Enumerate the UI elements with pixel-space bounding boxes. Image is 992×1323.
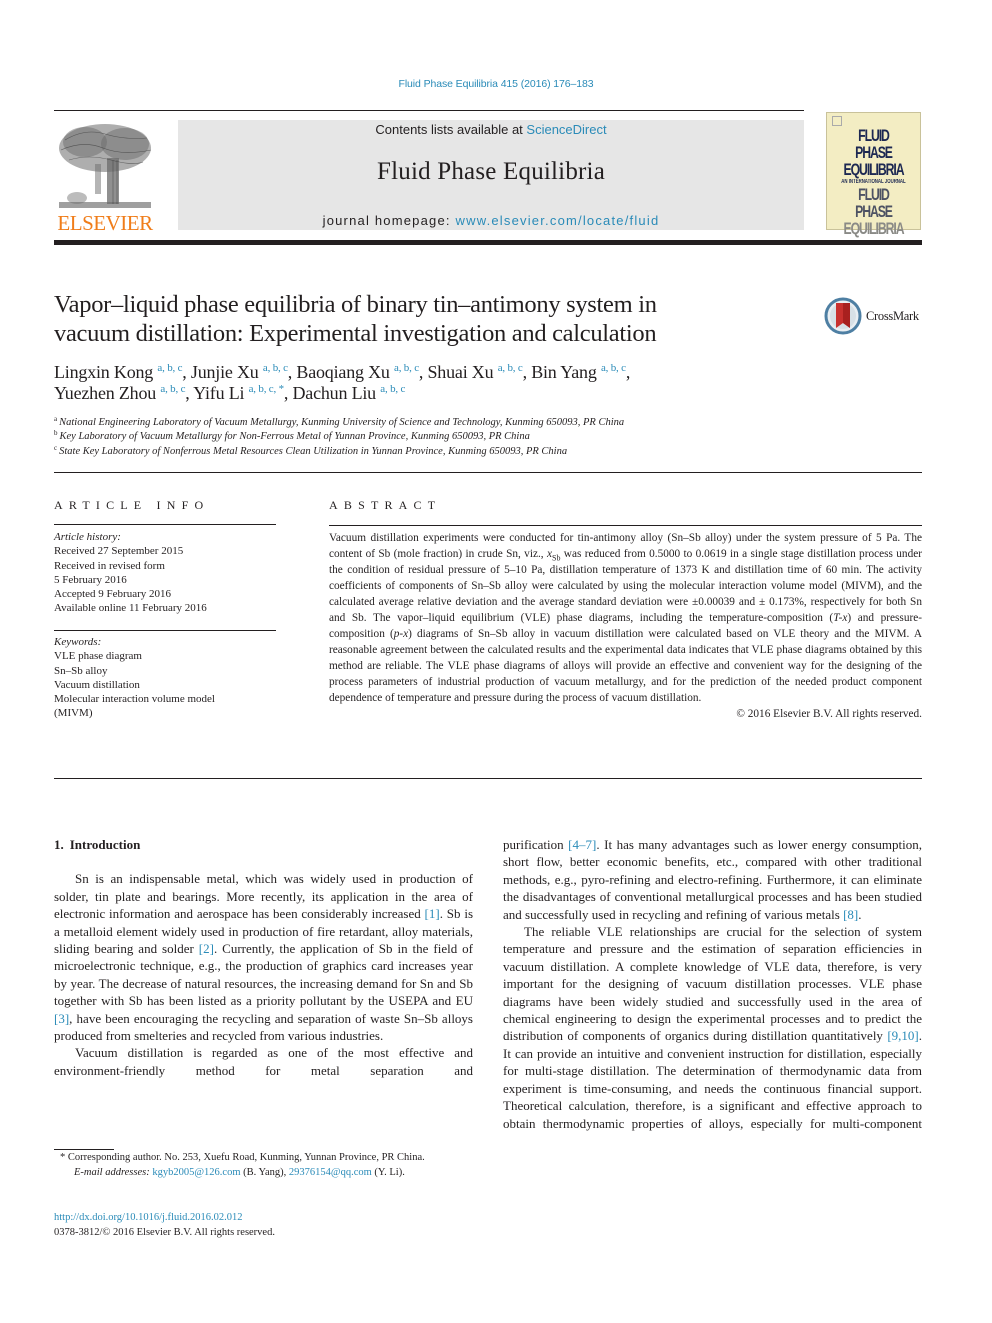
history-item: 5 February 2016 [54, 573, 127, 586]
email-link[interactable]: 29376154@qq.com [289, 1167, 372, 1178]
author[interactable]: Lingxin Kong a, b, c [54, 362, 182, 382]
affiliation-item: c State Key Laboratory of Nonferrous Meta… [54, 443, 568, 457]
history-item: Available online 11 February 2016 [54, 602, 207, 615]
abstract-bottom-rule [54, 778, 922, 779]
issn-copyright: 0378-3812/© 2016 Elsevier B.V. All right… [54, 1227, 275, 1238]
body-paragraph: The reliable VLE relationships are cruci… [503, 924, 922, 1131]
author[interactable]: Shuai Xu a, b, c [428, 362, 523, 382]
abstract-body: Vacuum distillation experiments were con… [329, 532, 923, 704]
reference-link[interactable]: [4–7] [568, 837, 596, 852]
journal-name[interactable]: Fluid Phase Equilibria [178, 158, 804, 186]
history-label: Article history: [54, 531, 121, 543]
crossmark-label: CrossMark [866, 308, 919, 323]
keywords: Keywords: VLE phase diagram Sn–Sb alloy … [54, 635, 284, 721]
body-column-left: 1. Introduction Sn is an indispensable me… [54, 836, 473, 1079]
affiliation-item: b Key Laboratory of Vacuum Metallurgy for… [54, 429, 530, 443]
homepage-link[interactable]: www.elsevier.com/locate/fluid [456, 213, 660, 228]
email-link[interactable]: kgyb2005@126.com [152, 1167, 240, 1178]
article-info-heading: ARTICLE INFO [54, 498, 210, 512]
history-item: Received 27 September 2015 [54, 545, 184, 558]
article-history: Article history: Received 27 September 2… [54, 530, 284, 616]
sciencedirect-link[interactable]: ScienceDirect [526, 122, 606, 137]
abstract-heading: ABSTRACT [329, 498, 442, 512]
cover-publisher-icon [832, 116, 842, 126]
keyword-item: (MIVM) [54, 707, 93, 720]
article-info-rule [54, 524, 276, 525]
section-divider [54, 472, 922, 473]
author[interactable]: Junjie Xu a, b, c [191, 362, 288, 382]
reference-link[interactable]: [1] [425, 906, 440, 921]
journal-cover-thumbnail[interactable]: FLUID PHASE EQUILIBRIA AN INTERNATIONAL … [826, 112, 921, 237]
corresponding-author-note: * Corresponding author. No. 253, Xuefu R… [60, 1152, 425, 1163]
abstract-copyright: © 2016 Elsevier B.V. All rights reserved… [736, 708, 922, 720]
affiliations: a National Engineering Laboratory of Vacu… [54, 416, 814, 459]
author[interactable]: Yuezhen Zhou a, b, c [54, 383, 185, 403]
crossmark-button[interactable]: CrossMark [824, 296, 924, 336]
footnote-rule [54, 1149, 114, 1150]
reference-link[interactable]: [9,10] [887, 1028, 918, 1043]
cover-title-line: FLUID PHASE [855, 185, 893, 221]
reference-link[interactable]: [8] [843, 907, 858, 922]
affiliation-item: a National Engineering Laboratory of Vacu… [54, 415, 625, 429]
abstract-text: Vacuum distillation experiments were con… [329, 530, 922, 722]
elsevier-logo[interactable]: ELSEVIER [53, 118, 157, 235]
journal-masthead: Contents lists available at ScienceDirec… [178, 120, 804, 230]
contents-line: Contents lists available at ScienceDirec… [178, 122, 804, 137]
header-thick-rule [54, 240, 922, 245]
header-rule [54, 110, 804, 111]
body-column-right: purification [4–7]. It has many advantag… [503, 836, 922, 1132]
contents-prefix: Contents lists available at [375, 122, 527, 137]
cover-title-line: EQUILIBRIA [843, 219, 905, 238]
cover-title-line: EQUILIBRIA [843, 160, 905, 179]
email-addresses: E-mail addresses: kgyb2005@126.com (B. Y… [74, 1166, 405, 1178]
author[interactable]: Dachun Liu a, b, c [293, 383, 406, 403]
keyword-item: VLE phase diagram [54, 650, 142, 663]
history-item: Received in revised form [54, 559, 165, 572]
crossmark-icon [824, 297, 862, 335]
elsevier-wordmark: ELSEVIER [57, 211, 153, 235]
elsevier-tree-icon [59, 124, 152, 208]
author-corresponding[interactable]: Yifu Li a, b, c, * [193, 383, 284, 403]
title-line-1: Vapor–liquid phase equilibria of binary … [54, 291, 657, 318]
doi-block: http://dx.doi.org/10.1016/j.fluid.2016.0… [54, 1210, 275, 1240]
keyword-item: Molecular interaction volume model [54, 693, 215, 706]
body-paragraph: purification [4–7]. It has many advantag… [503, 837, 922, 922]
reference-link[interactable]: [2] [199, 941, 214, 956]
keywords-rule [54, 630, 276, 631]
keyword-item: Vacuum distillation [54, 678, 140, 691]
reference-link[interactable]: [3] [54, 1011, 69, 1026]
journal-citation[interactable]: Fluid Phase Equilibria 415 (2016) 176–18… [0, 78, 992, 90]
footnote: * Corresponding author. No. 253, Xuefu R… [54, 1151, 473, 1180]
cover-title-line: FLUID PHASE [855, 126, 893, 162]
author-list: Lingxin Kong a, b, c, Junjie Xu a, b, c,… [54, 362, 631, 403]
body-paragraph: Vacuum distillation is regarded as one o… [54, 1045, 473, 1078]
article-title: Vapor–liquid phase equilibria of binary … [54, 290, 794, 348]
section-heading-introduction: 1. Introduction [54, 837, 141, 852]
author[interactable]: Baoqiang Xu a, b, c [296, 362, 419, 382]
homepage-line: journal homepage: www.elsevier.com/locat… [178, 213, 804, 228]
homepage-prefix: journal homepage: [322, 213, 456, 228]
doi-link[interactable]: http://dx.doi.org/10.1016/j.fluid.2016.0… [54, 1212, 243, 1223]
history-item: Accepted 9 February 2016 [54, 588, 171, 601]
body-paragraph: Sn is an indispensable metal, which was … [54, 871, 474, 1044]
keyword-item: Sn–Sb alloy [54, 664, 108, 677]
abstract-rule [329, 525, 922, 526]
title-line-2: vacuum distillation: Experimental invest… [54, 320, 657, 347]
keywords-label: Keywords: [54, 636, 102, 648]
author[interactable]: Bin Yang a, b, c [531, 362, 626, 382]
